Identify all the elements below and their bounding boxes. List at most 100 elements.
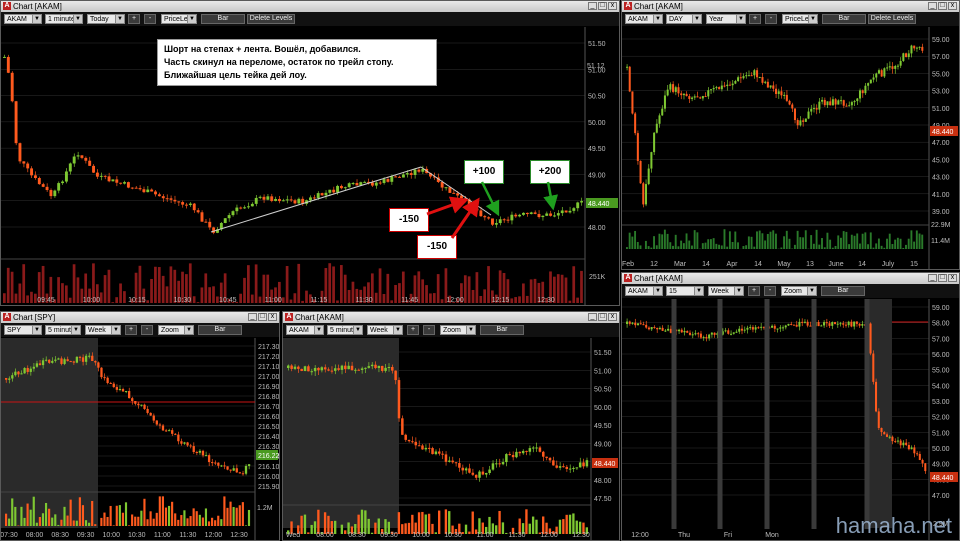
close-icon[interactable]: x xyxy=(268,313,277,321)
price-tick-label: 59.00 xyxy=(932,305,950,312)
close-icon[interactable]: x xyxy=(948,2,957,10)
price-tick-label: 217.20 xyxy=(258,354,279,361)
chart-window-akam-5min[interactable]: A Chart [AKAM] _ □ x AKAM ▼ 5 minutes ▼ We… xyxy=(282,311,620,541)
candle xyxy=(894,65,897,69)
candle xyxy=(468,468,471,473)
bar-button[interactable]: Bar xyxy=(822,14,866,24)
chevron-down-icon: ▼ xyxy=(808,15,817,23)
candle xyxy=(667,328,670,331)
zoom-in-button[interactable]: + xyxy=(125,325,137,335)
window-title-bar[interactable]: A Chart [AKAM] _ □ x xyxy=(622,1,959,12)
close-icon[interactable]: x xyxy=(608,2,617,10)
trade-note-line: Шорт на степах + лента. Вошёл, добавился… xyxy=(164,44,361,54)
symbol-select[interactable]: AKAM ▼ xyxy=(4,14,42,24)
range-select[interactable]: Week ▼ xyxy=(85,325,121,335)
maximize-icon[interactable]: □ xyxy=(598,313,607,321)
zoom-out-button[interactable]: - xyxy=(141,325,153,335)
zoom-out-button[interactable]: - xyxy=(423,325,435,335)
interval-select[interactable]: DAY ▼ xyxy=(666,14,702,24)
maximize-icon[interactable]: □ xyxy=(938,274,947,282)
bar-button[interactable]: Bar xyxy=(201,14,245,24)
price-chart[interactable]: 59.00 58.00 57.00 56.00 55.00 54.00 53.00 52.00… xyxy=(622,299,959,540)
interval-select[interactable]: 1 minute ▼ xyxy=(45,14,83,24)
interval-select[interactable]: 15 minutes ▼ xyxy=(666,286,704,304)
range-select[interactable]: Today ▼ xyxy=(87,14,125,24)
chart-plot-area[interactable]: 51.5051.0050.5050.0049.5049.0048.5048.00… xyxy=(283,338,619,540)
symbol-select[interactable]: AKAM ▼ xyxy=(286,325,324,335)
chart-plot-area[interactable]: 59.00 58.00 57.00 56.00 55.00 54.00 53.00 52.00… xyxy=(622,299,959,540)
candle xyxy=(886,67,889,69)
symbol-select[interactable]: AKAM ▼ xyxy=(625,286,663,296)
candle xyxy=(508,454,511,456)
price-chart[interactable]: 217.30 217.20 217.10 217.00 216.90 216.80 216.… xyxy=(1,338,279,540)
volume-bar xyxy=(425,285,428,303)
bar-button[interactable]: Bar xyxy=(198,325,242,335)
study-select[interactable]: Zoom ▼ xyxy=(440,325,476,335)
price-chart[interactable]: 51.5051.0050.5050.0049.5049.0048.5048.00… xyxy=(283,338,619,540)
candle xyxy=(448,460,451,462)
candle xyxy=(792,324,795,326)
interval-select[interactable]: 5 minutes ▼ xyxy=(327,325,363,335)
study-select[interactable]: Zoom ▼ xyxy=(158,325,194,335)
volume-bar xyxy=(48,508,51,526)
volume-bar xyxy=(61,283,64,303)
price-chart[interactable]: 59.0057.0055.0053.0051.0049.0047.0045.00… xyxy=(622,27,959,269)
minimize-icon[interactable]: _ xyxy=(928,2,937,10)
minimize-icon[interactable]: _ xyxy=(248,313,257,321)
study-select[interactable]: PriceLevel ▼ xyxy=(782,14,818,24)
study-select[interactable]: Zoom ▼ xyxy=(781,286,817,296)
volume-bar xyxy=(535,519,538,534)
candle xyxy=(488,469,491,474)
chart-plot-area[interactable]: 217.30 217.20 217.10 217.00 216.90 216.80 216.… xyxy=(1,338,279,540)
candle xyxy=(880,70,883,77)
range-select[interactable]: Week ▼ xyxy=(708,286,744,296)
candle xyxy=(471,472,475,475)
candle xyxy=(281,200,285,202)
volume-bar xyxy=(29,509,32,526)
volume-bar xyxy=(688,240,691,249)
window-title-bar[interactable]: A Chart [SPY] _ □ x xyxy=(1,312,279,323)
zoom-in-button[interactable]: + xyxy=(128,14,140,24)
symbol-select[interactable]: AKAM ▼ xyxy=(625,14,663,24)
zoom-in-button[interactable]: + xyxy=(407,325,419,335)
zoom-out-button[interactable]: - xyxy=(144,14,156,24)
chart-plot-area[interactable]: 59.0057.0055.0053.0051.0049.0047.0045.00… xyxy=(622,27,959,269)
maximize-icon[interactable]: □ xyxy=(258,313,267,321)
volume-bar xyxy=(121,512,125,526)
window-title-bar[interactable]: A Chart [AKAM] _ □ x xyxy=(622,273,959,284)
zoom-in-button[interactable]: + xyxy=(749,14,761,24)
maximize-icon[interactable]: □ xyxy=(938,2,947,10)
close-icon[interactable]: x xyxy=(948,274,957,282)
chart-window-spy-5min[interactable]: A Chart [SPY] _ □ x SPY ▼ 5 minutes ▼ Week… xyxy=(0,311,280,541)
minimize-icon[interactable]: _ xyxy=(928,274,937,282)
zoom-out-button[interactable]: - xyxy=(765,14,777,24)
volume-bar xyxy=(715,243,718,249)
delete-levels-button[interactable]: Delete Levels xyxy=(247,14,295,24)
interval-select[interactable]: 5 minutes ▼ xyxy=(45,325,81,335)
bar-button[interactable]: Bar xyxy=(821,286,865,296)
window-title-bar[interactable]: A Chart [AKAM] _ □ x xyxy=(283,312,619,323)
chart-window-akam-15min[interactable]: A Chart [AKAM] _ □ x AKAM ▼ 15 minutes ▼ W… xyxy=(621,272,960,541)
symbol-select[interactable]: SPY ▼ xyxy=(4,325,42,335)
maximize-icon[interactable]: □ xyxy=(598,2,607,10)
candle xyxy=(427,447,431,449)
delete-levels-button[interactable]: Delete Levels xyxy=(868,14,916,24)
candle xyxy=(88,355,91,357)
zoom-out-button[interactable]: - xyxy=(764,286,776,296)
window-title-bar[interactable]: A Chart [AKAM] _ □ x xyxy=(1,1,619,12)
candle xyxy=(818,101,821,110)
chart-window-akam-day[interactable]: A Chart [AKAM] _ □ x AKAM ▼ DAY ▼ Year ▼ + … xyxy=(621,0,960,270)
candle xyxy=(270,196,274,201)
volume-bar xyxy=(431,523,434,534)
close-icon[interactable]: x xyxy=(608,313,617,321)
candle xyxy=(61,181,65,184)
bar-button[interactable]: Bar xyxy=(480,325,524,335)
range-select[interactable]: Year ▼ xyxy=(706,14,746,24)
range-select[interactable]: Week ▼ xyxy=(367,325,403,335)
zoom-in-button[interactable]: + xyxy=(748,286,760,296)
candle xyxy=(704,96,707,98)
study-select[interactable]: PriceLevel ▼ xyxy=(161,14,197,24)
minimize-icon[interactable]: _ xyxy=(588,313,597,321)
candle xyxy=(720,85,723,90)
minimize-icon[interactable]: _ xyxy=(588,2,597,10)
